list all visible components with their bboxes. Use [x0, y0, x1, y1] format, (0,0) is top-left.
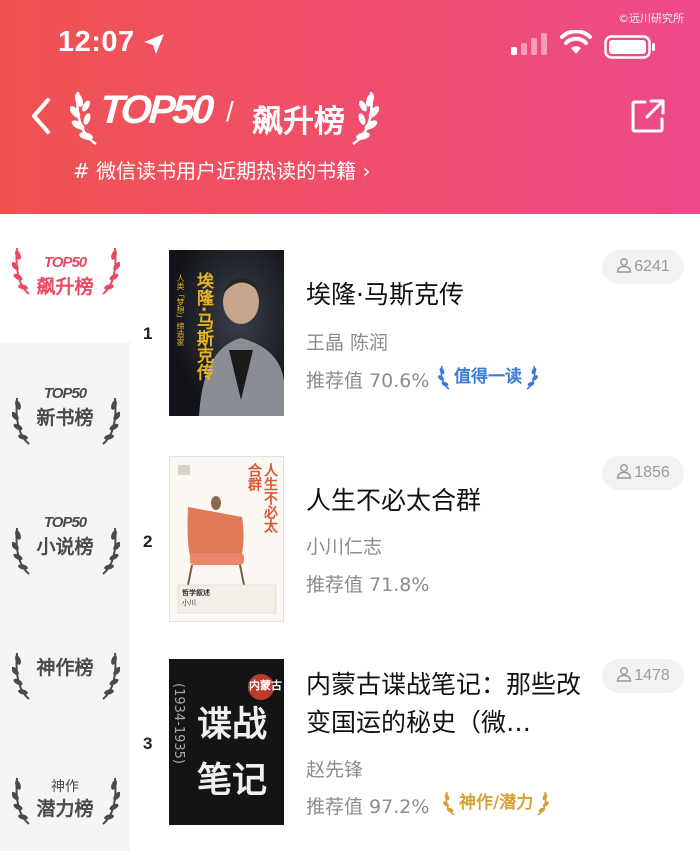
- cellular-signal-icon: [511, 33, 547, 55]
- laurel-right-icon: [102, 527, 120, 575]
- book-row[interactable]: 3 内蒙古 (1934-1935) 谍战笔记 内蒙古谍战笔记：那些改变国运的秘史…: [130, 659, 700, 851]
- top50-logo: TOP50: [98, 88, 213, 132]
- person-icon: [616, 667, 632, 682]
- laurel-left-icon: [438, 365, 450, 390]
- sidebar-item-fiction[interactable]: TOP50 小说榜: [0, 494, 130, 614]
- subtitle-link[interactable]: # 微信读书用户近期热读的书籍 ›: [73, 155, 370, 184]
- laurel-right-icon: [537, 791, 550, 816]
- sidebar-item-potential[interactable]: 神作 潜力榜: [0, 744, 130, 864]
- book-author: 王晶 陈润: [306, 332, 389, 354]
- rank-number: 3: [143, 734, 153, 753]
- cover-red-label: 内蒙古: [249, 679, 282, 692]
- reader-count: 1856: [602, 456, 684, 490]
- cover-title: 人生不必太合群: [246, 463, 278, 533]
- book-author: 赵先锋: [306, 759, 364, 781]
- cover-title: 谍战笔记: [197, 705, 268, 801]
- laurel-right-icon: [102, 247, 120, 295]
- battery-icon: [604, 35, 655, 59]
- book-author: 小川仁志: [306, 536, 383, 558]
- cover-subtitle: 人类「梦想」缔造家: [176, 274, 185, 346]
- laurel-right-icon: [526, 365, 538, 390]
- sidebar-item-new-books[interactable]: TOP50 新书榜: [0, 364, 130, 484]
- sidebar-item-soaring[interactable]: TOP50 飙升榜: [0, 214, 130, 342]
- rank-title: 飙升榜: [252, 104, 345, 140]
- book-cover[interactable]: 内蒙古 (1934-1935) 谍战笔记: [169, 659, 284, 825]
- book-cover[interactable]: 埃隆·马斯克传 人类「梦想」缔造家: [169, 250, 284, 416]
- cover-author: 小川: [182, 599, 196, 607]
- book-cover[interactable]: 人生不必太合群 哲学叙述 小川: [169, 456, 284, 622]
- reader-count: 6241: [602, 250, 684, 284]
- title-slash: /: [226, 96, 234, 127]
- back-button[interactable]: [22, 96, 62, 136]
- reader-count-value: 6241: [634, 258, 670, 275]
- cover-series: 哲学叙述: [182, 589, 210, 597]
- header: ©远川研究所 12:07 TOP50 / 飙升榜 # 微信读书用户近期热读的书籍…: [0, 0, 700, 214]
- book-title: 内蒙古谍战笔记：那些改变国运的秘史（微…: [306, 670, 582, 737]
- laurel-right-icon: [352, 91, 379, 146]
- share-button[interactable]: [630, 98, 666, 134]
- laurel-right-icon: [102, 777, 120, 825]
- book-title: 人生不必太合群: [306, 486, 482, 515]
- masterpiece-badge: 神作/潜力: [443, 790, 550, 816]
- person-icon: [616, 464, 632, 479]
- sidebar-item-masterpiece[interactable]: 神作榜: [0, 619, 130, 739]
- person-icon: [616, 258, 632, 273]
- rank-number: 1: [143, 324, 153, 343]
- status-time: 12:07: [58, 26, 135, 58]
- recommend-score: 推荐值 97.2%: [306, 796, 430, 818]
- book-title: 埃隆·马斯克传: [306, 280, 464, 309]
- reader-count-value: 1856: [634, 464, 670, 481]
- laurel-right-icon: [102, 652, 120, 700]
- laurel-right-icon: [102, 397, 120, 445]
- reader-count-value: 1478: [634, 667, 670, 684]
- watermark: ©远川研究所: [618, 12, 684, 25]
- cover-portrait-image: [169, 250, 284, 416]
- recommend-score: 推荐值 71.8%: [306, 574, 430, 596]
- cover-years: (1934-1935): [171, 683, 186, 765]
- badge-label: 神作/潜力: [459, 793, 534, 813]
- sidebar: TOP50 飙升榜 TOP50 新书榜 TOP50 小说榜 神作榜 神作 潜力榜: [0, 214, 130, 851]
- worth-reading-badge: 值得一读: [438, 364, 538, 390]
- laurel-left-icon: [443, 791, 455, 816]
- wifi-icon: [560, 30, 592, 54]
- cover-title: 埃隆·马斯克传: [193, 272, 213, 381]
- rank-number: 2: [143, 532, 153, 551]
- page-title: TOP50 / 飙升榜: [70, 86, 390, 146]
- book-row[interactable]: 2 人生不必太合群 哲学叙述 小川 人生不必太合群 小川仁志 推荐值 71.8%…: [130, 456, 700, 646]
- book-row[interactable]: 1 埃隆·马斯克传 人类「梦想」缔造家 埃隆·马斯克传 王晶 陈润 推荐值 70…: [130, 248, 700, 438]
- badge-label: 值得一读: [454, 367, 522, 387]
- location-arrow-icon: [144, 34, 164, 54]
- recommend-score: 推荐值 70.6%: [306, 370, 430, 392]
- reader-count: 1478: [602, 659, 684, 693]
